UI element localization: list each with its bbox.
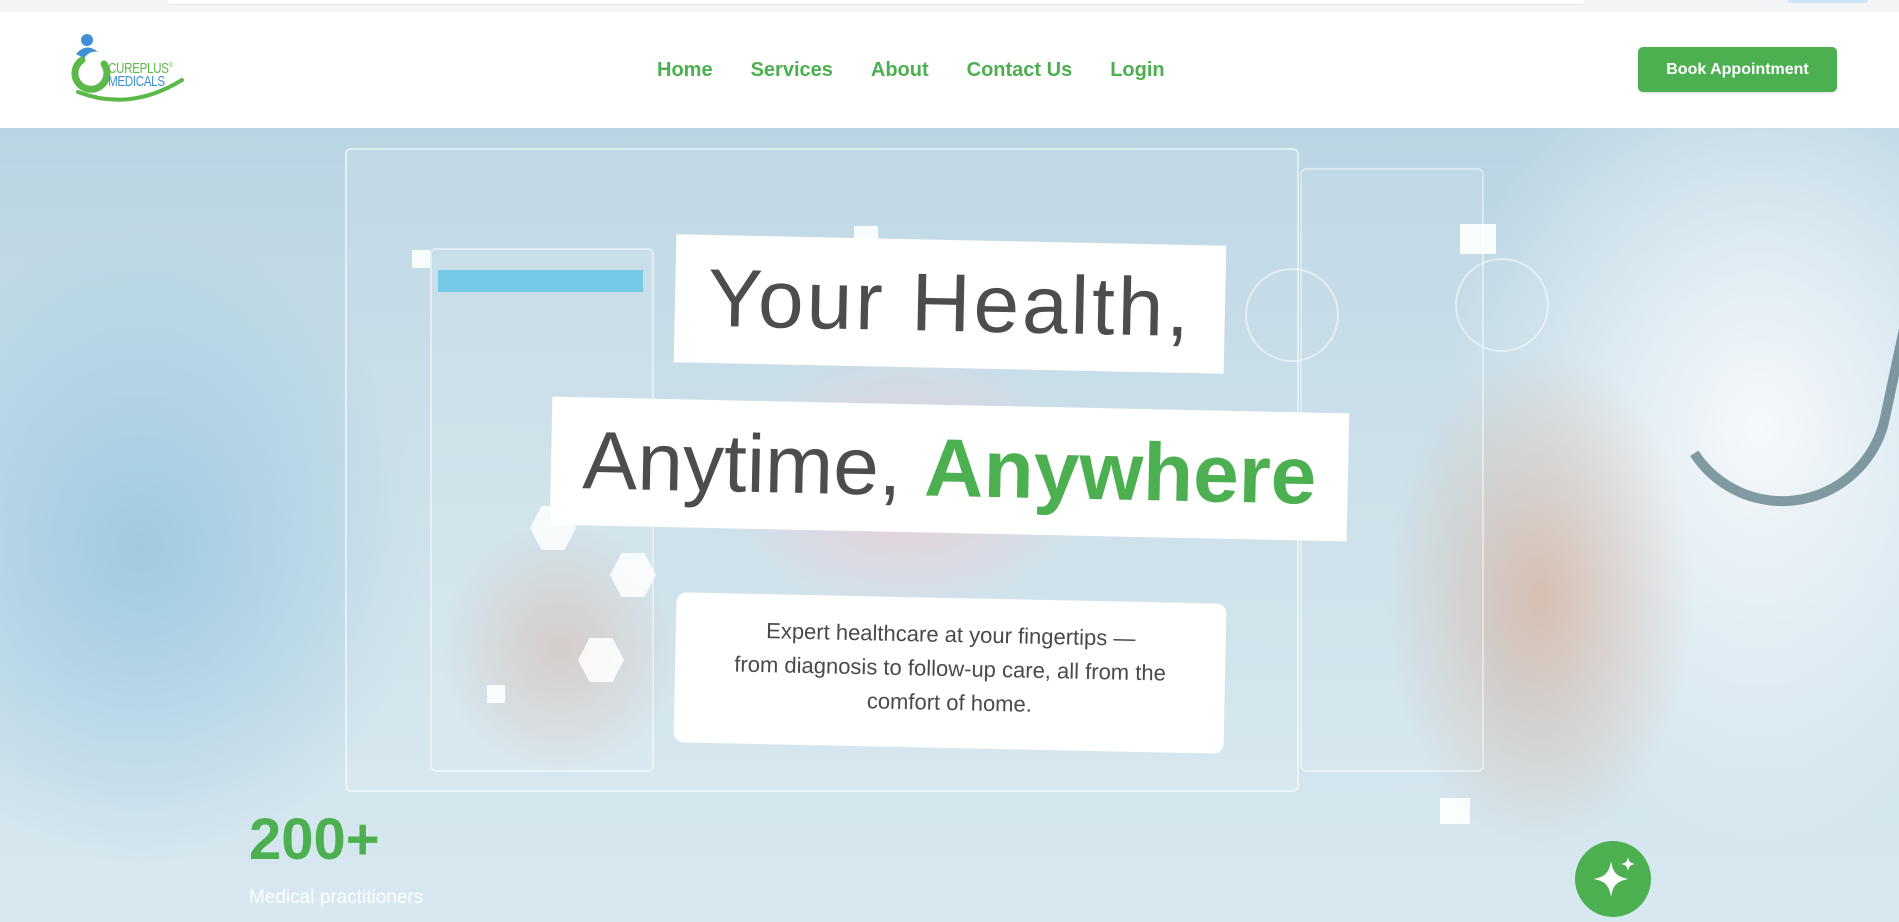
- toolbar-edge: [1788, 0, 1868, 3]
- nav-about[interactable]: About: [871, 56, 929, 84]
- brand-name-line2: MEDICALS: [108, 73, 165, 90]
- nav-services[interactable]: Services: [751, 56, 833, 84]
- main-nav: Home Services About Contact Us Login: [657, 56, 1203, 84]
- hologram-node: [412, 250, 430, 268]
- hero-title-line2: Anytime, Anywhere: [549, 396, 1350, 542]
- hero-subtitle: Expert healthcare at your fingertips — f…: [673, 592, 1227, 754]
- hero-section: Your Health, Anytime, Anywhere Expert he…: [0, 128, 1899, 922]
- hero-title-prefix: Anytime,: [581, 415, 903, 513]
- hero-title-highlight: Anywhere: [923, 422, 1318, 522]
- address-bar-edge: [165, 0, 1587, 5]
- sparkle-icon: [1593, 857, 1635, 897]
- stethoscope-shape: [1651, 128, 1899, 527]
- book-appointment-button[interactable]: Book Appointment: [1638, 47, 1837, 92]
- nav-login[interactable]: Login: [1110, 56, 1164, 84]
- stat-practitioners-label: Medical practitioners: [249, 887, 424, 908]
- site-header: CUREPLUS® MEDICALS Home Services About C…: [0, 12, 1899, 128]
- hologram-bar: [438, 270, 643, 292]
- nav-home[interactable]: Home: [657, 56, 713, 84]
- nav-contact-us[interactable]: Contact Us: [967, 56, 1073, 84]
- hologram-node: [1460, 224, 1496, 254]
- stat-practitioners-value: 200+: [249, 807, 380, 872]
- brand-logo[interactable]: CUREPLUS® MEDICALS: [60, 32, 190, 112]
- hologram-node: [487, 685, 505, 703]
- hologram-circle: [1455, 258, 1549, 352]
- hologram-node: [1440, 798, 1470, 824]
- ai-assistant-button[interactable]: [1575, 841, 1651, 917]
- hero-title-line1: Your Health,: [673, 234, 1227, 374]
- hologram-circle: [1245, 268, 1339, 362]
